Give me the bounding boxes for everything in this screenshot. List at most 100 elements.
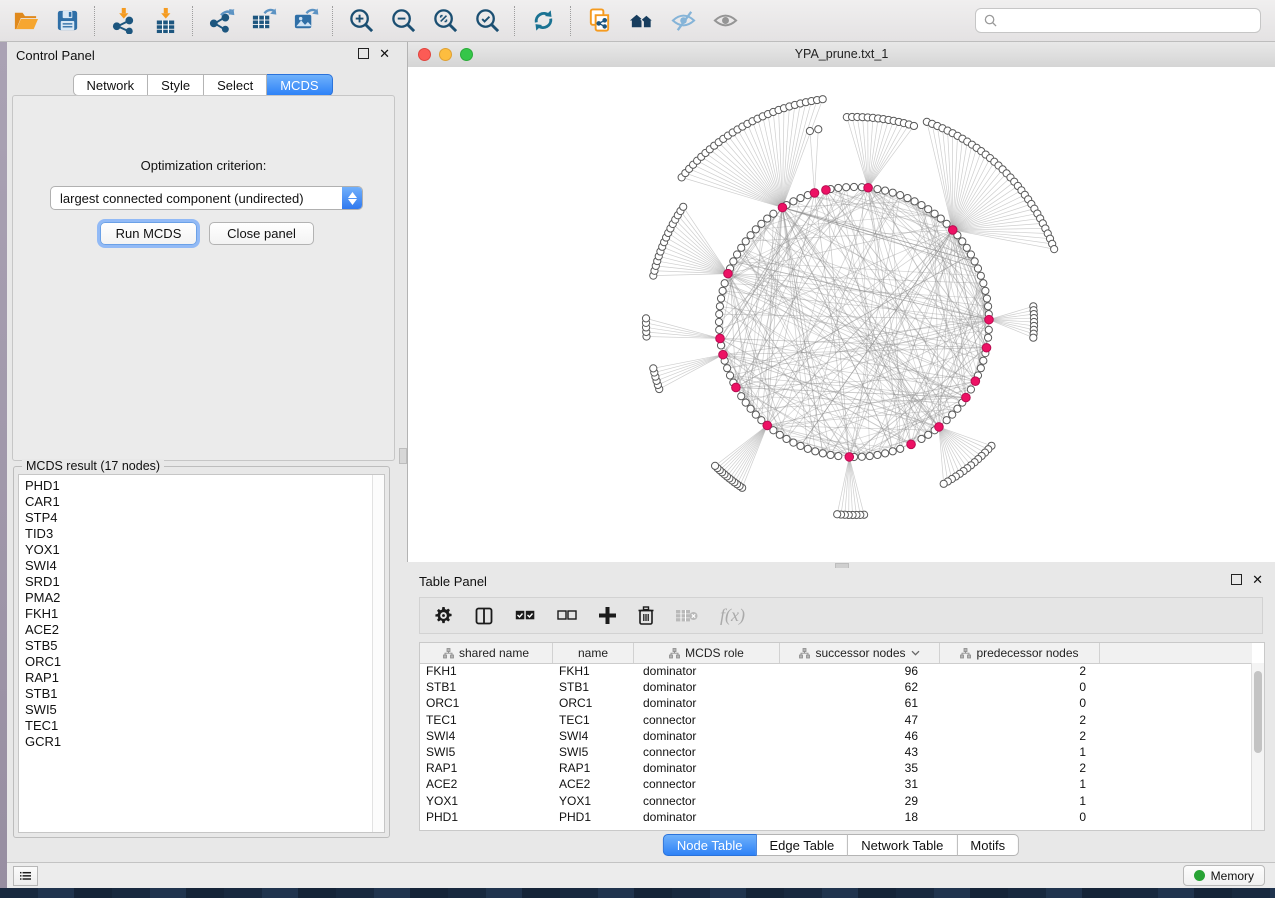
tab-select[interactable]: Select bbox=[204, 74, 267, 96]
network-node[interactable] bbox=[790, 198, 797, 205]
network-node[interactable] bbox=[1030, 334, 1037, 341]
mcds-node[interactable] bbox=[732, 383, 741, 392]
network-node[interactable] bbox=[910, 122, 917, 129]
cell-shared_name[interactable]: YOX1 bbox=[420, 794, 553, 808]
mcds-result-list[interactable]: PHD1CAR1STP4TID3YOX1SWI4SRD1PMA2FKH1ACE2… bbox=[18, 474, 385, 833]
network-node[interactable] bbox=[977, 272, 984, 279]
table-row[interactable]: FKH1FKH1dominator962 bbox=[420, 663, 1252, 679]
network-node[interactable] bbox=[747, 232, 754, 239]
network-node[interactable] bbox=[764, 215, 771, 222]
cell-successor_nodes[interactable]: 31 bbox=[780, 777, 940, 791]
cell-successor_nodes[interactable]: 18 bbox=[780, 810, 940, 824]
unselect-all-columns-button[interactable] bbox=[557, 609, 577, 622]
cell-name[interactable]: ORC1 bbox=[553, 696, 634, 710]
network-node[interactable] bbox=[940, 480, 947, 487]
network-node[interactable] bbox=[889, 448, 896, 455]
network-node[interactable] bbox=[889, 189, 896, 196]
cell-name[interactable]: SWI5 bbox=[553, 745, 634, 759]
table-row[interactable]: ACE2ACE2connector311 bbox=[420, 776, 1252, 792]
optimization-criterion-select[interactable]: largest connected component (undirected) bbox=[50, 186, 363, 210]
cell-name[interactable]: STB1 bbox=[553, 680, 634, 694]
cell-shared_name[interactable]: ACE2 bbox=[420, 777, 553, 791]
table-scrollbar-thumb[interactable] bbox=[1254, 671, 1262, 753]
network-node[interactable] bbox=[650, 365, 657, 372]
mcds-result-item[interactable]: STB5 bbox=[19, 638, 384, 654]
network-node[interactable] bbox=[977, 365, 984, 372]
network-node[interactable] bbox=[980, 357, 987, 364]
cell-predecessor_nodes[interactable]: 2 bbox=[940, 729, 1100, 743]
mcds-node[interactable] bbox=[907, 440, 916, 449]
cell-mcds_role[interactable]: connector bbox=[634, 745, 780, 759]
cell-name[interactable]: TEC1 bbox=[553, 713, 634, 727]
table-row[interactable]: TEC1TEC1connector472 bbox=[420, 712, 1252, 728]
close-panel-icon[interactable]: ✕ bbox=[379, 48, 390, 59]
network-node[interactable] bbox=[925, 431, 932, 438]
mcds-node[interactable] bbox=[822, 186, 831, 195]
cell-successor_nodes[interactable]: 46 bbox=[780, 729, 940, 743]
create-column-button[interactable] bbox=[599, 607, 616, 624]
network-node[interactable] bbox=[747, 405, 754, 412]
network-node[interactable] bbox=[733, 251, 740, 258]
mcds-result-item[interactable]: PHD1 bbox=[19, 478, 384, 494]
mcds-node[interactable] bbox=[985, 315, 994, 324]
column-header-name[interactable]: name bbox=[553, 643, 634, 663]
network-node[interactable] bbox=[716, 311, 723, 318]
table-row[interactable]: RAP1RAP1dominator352 bbox=[420, 760, 1252, 776]
cell-mcds_role[interactable]: connector bbox=[634, 713, 780, 727]
table-scrollbar[interactable] bbox=[1251, 663, 1264, 830]
cell-successor_nodes[interactable]: 29 bbox=[780, 794, 940, 808]
network-node[interactable] bbox=[738, 393, 745, 400]
cell-name[interactable]: YOX1 bbox=[553, 794, 634, 808]
cell-mcds_role[interactable]: dominator bbox=[634, 810, 780, 824]
cell-mcds_role[interactable]: dominator bbox=[634, 729, 780, 743]
cell-mcds_role[interactable]: dominator bbox=[634, 696, 780, 710]
mcds-result-item[interactable]: TID3 bbox=[19, 526, 384, 542]
cell-mcds_role[interactable]: connector bbox=[634, 794, 780, 808]
memory-button[interactable]: Memory bbox=[1183, 865, 1265, 886]
tab-node-table[interactable]: Node Table bbox=[663, 834, 757, 856]
network-node[interactable] bbox=[680, 203, 687, 210]
mcds-node[interactable] bbox=[810, 189, 819, 198]
mcds-result-item[interactable]: FKH1 bbox=[19, 606, 384, 622]
mcds-node[interactable] bbox=[971, 377, 980, 386]
cell-successor_nodes[interactable]: 61 bbox=[780, 696, 940, 710]
zoom-fit-button[interactable] bbox=[428, 5, 462, 37]
show-panels-list-button[interactable] bbox=[13, 866, 38, 886]
close-panel-icon[interactable]: ✕ bbox=[1252, 574, 1263, 585]
network-node[interactable] bbox=[752, 411, 759, 418]
network-node[interactable] bbox=[918, 201, 925, 208]
network-node[interactable] bbox=[882, 450, 889, 457]
table-row[interactable]: PHD1PHD1dominator180 bbox=[420, 809, 1252, 825]
network-node[interactable] bbox=[943, 417, 950, 424]
tab-network[interactable]: Network bbox=[72, 74, 148, 96]
mcds-result-item[interactable]: ACE2 bbox=[19, 622, 384, 638]
network-node[interactable] bbox=[980, 280, 987, 287]
export-image-button[interactable] bbox=[288, 5, 322, 37]
network-node[interactable] bbox=[943, 220, 950, 227]
mcds-node[interactable] bbox=[982, 343, 991, 352]
column-header-successor-nodes[interactable]: successor nodes bbox=[780, 643, 940, 663]
import-table-button[interactable] bbox=[148, 5, 182, 37]
network-node[interactable] bbox=[931, 210, 938, 217]
table-row[interactable]: ORC1ORC1dominator610 bbox=[420, 695, 1252, 711]
column-header-shared-name[interactable]: shared name bbox=[420, 643, 553, 663]
zoom-in-button[interactable] bbox=[344, 5, 378, 37]
network-node[interactable] bbox=[858, 453, 865, 460]
network-node[interactable] bbox=[971, 258, 978, 265]
column-header-MCDS-role[interactable]: MCDS role bbox=[634, 643, 780, 663]
network-node[interactable] bbox=[882, 187, 889, 194]
refresh-view-button[interactable] bbox=[526, 5, 560, 37]
cell-shared_name[interactable]: TEC1 bbox=[420, 713, 553, 727]
network-node[interactable] bbox=[715, 318, 722, 325]
mcds-node[interactable] bbox=[962, 393, 971, 402]
hide-selected-button[interactable] bbox=[666, 5, 700, 37]
duplicate-network-button[interactable] bbox=[582, 5, 616, 37]
network-node[interactable] bbox=[866, 452, 873, 459]
network-node[interactable] bbox=[937, 215, 944, 222]
network-node[interactable] bbox=[983, 295, 990, 302]
zoom-out-button[interactable] bbox=[386, 5, 420, 37]
cell-mcds_role[interactable]: dominator bbox=[634, 664, 780, 678]
network-node[interactable] bbox=[730, 258, 737, 265]
cell-name[interactable]: FKH1 bbox=[553, 664, 634, 678]
run-mcds-button[interactable]: Run MCDS bbox=[100, 222, 197, 245]
